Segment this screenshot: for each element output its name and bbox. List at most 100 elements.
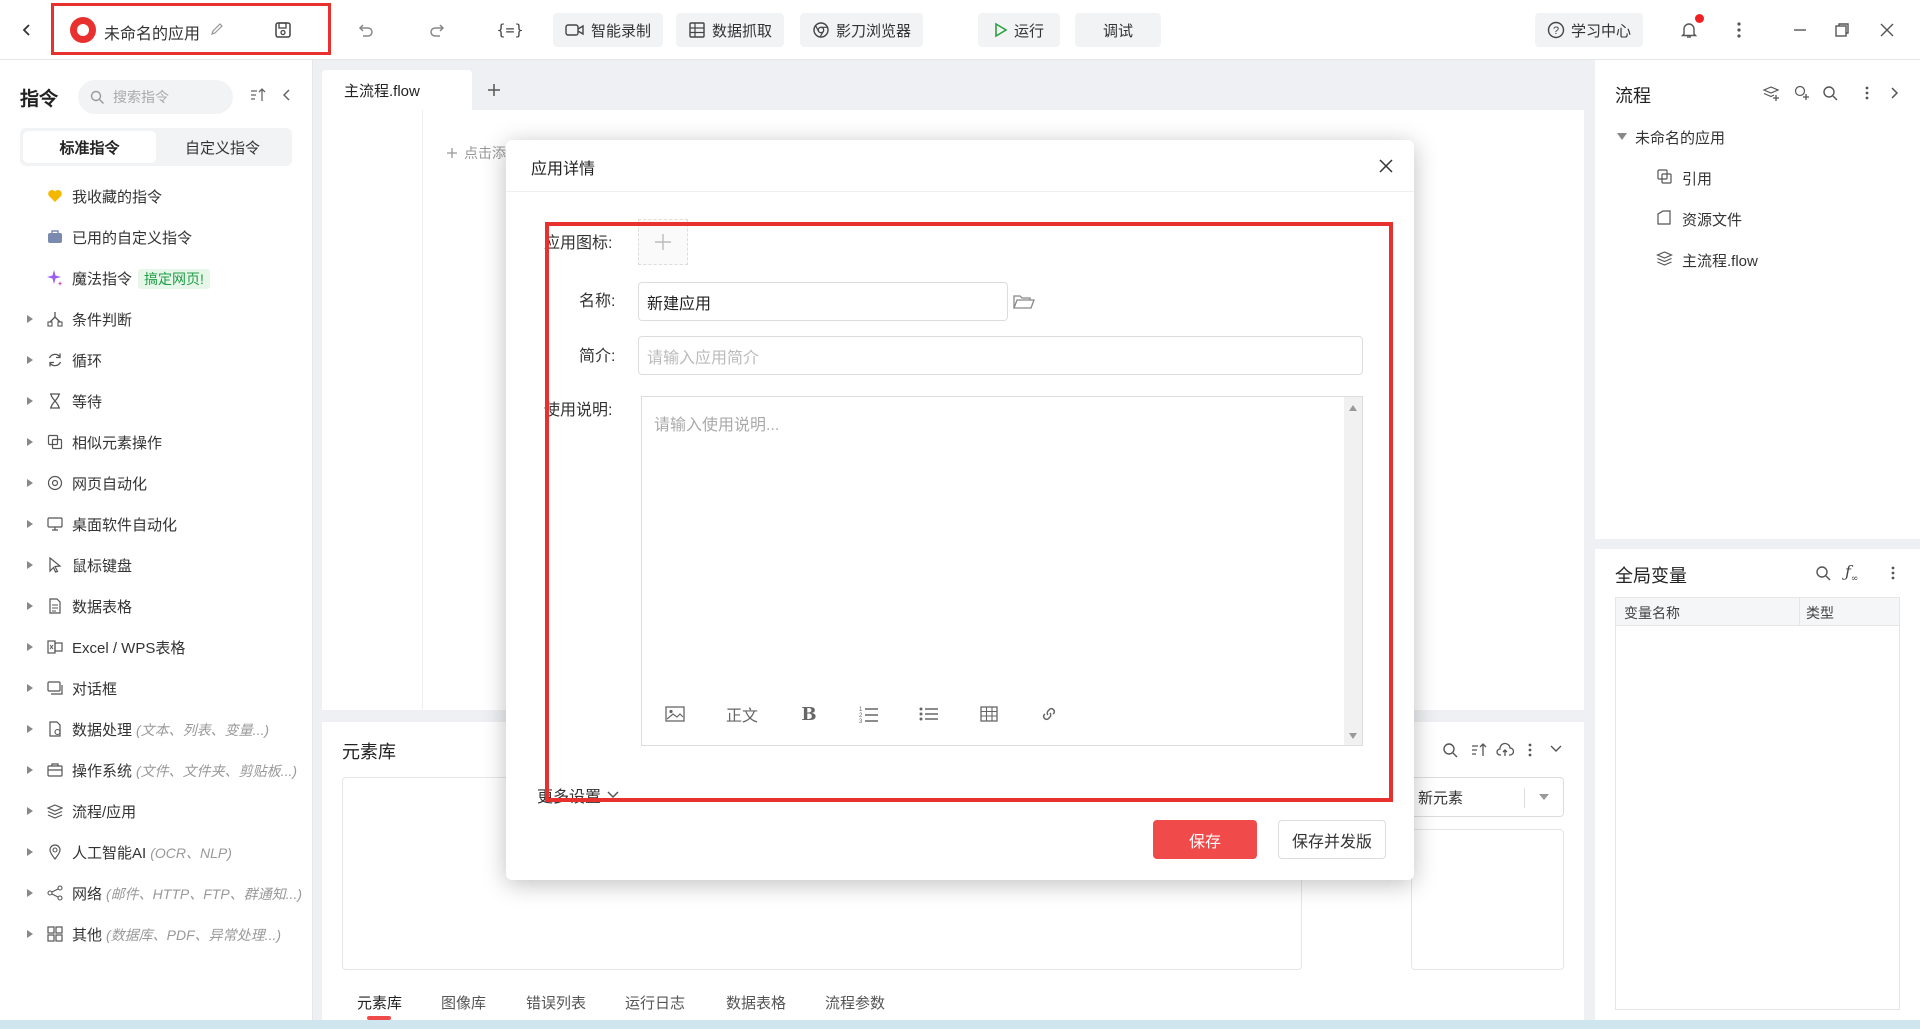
expand-arrow-icon[interactable] [26, 561, 34, 569]
data-grab-button[interactable]: 数据抓取 [676, 13, 785, 47]
top-toolbar: 未命名的应用 {=} 智能录制 数据抓取 影刀浏览器 运行 调试 ? 学习中心 [0, 0, 1920, 60]
expand-arrow-icon[interactable] [26, 397, 34, 405]
instruction-label: 已用的自定义指令 [72, 227, 192, 248]
canvas-hint[interactable]: 点击添 [446, 143, 506, 163]
instruction-item[interactable]: 其他 (数据库、PDF、异常处理...) [0, 917, 313, 951]
expand-arrow-icon[interactable] [26, 643, 34, 651]
restore-icon[interactable] [1827, 15, 1857, 45]
tab-main-flow[interactable]: 主流程.flow [322, 70, 472, 110]
instruction-item[interactable]: 数据表格 [0, 589, 313, 623]
instruction-label: 桌面软件自动化 [72, 514, 177, 535]
instruction-label-text: 流程/应用 [72, 803, 137, 821]
expand-arrow-icon[interactable] [26, 930, 34, 938]
instruction-label-text: 桌面软件自动化 [72, 516, 178, 534]
expand-arrow-icon[interactable] [26, 520, 34, 528]
expand-arrow-icon[interactable] [26, 684, 34, 692]
ai-icon [46, 843, 64, 861]
variable-braces-icon[interactable]: {=} [495, 15, 525, 45]
instruction-item[interactable]: 流程/应用 [0, 794, 313, 828]
debug-button[interactable]: 调试 [1075, 13, 1162, 47]
add-tab-icon[interactable] [482, 78, 506, 102]
close-window-icon[interactable] [1872, 15, 1902, 45]
expand-arrow-icon[interactable] [26, 889, 34, 897]
instruction-hint: (邮件、HTTP、FTP、群通知...) [106, 885, 303, 902]
tree-item-main-flow[interactable]: 主流程.flow [1682, 250, 1758, 271]
instruction-label: 操作系统 (文件、文件夹、剪贴板...) [72, 760, 297, 781]
save-and-publish-button[interactable]: 保存并发版 [1278, 820, 1386, 859]
instruction-label-text: 相似元素操作 [72, 434, 163, 452]
expand-arrow-icon[interactable] [26, 807, 34, 815]
instruction-item[interactable]: Excel / WPS表格 [0, 630, 313, 664]
tab-standard[interactable]: 标准指令 [23, 131, 156, 163]
layers-icon [46, 802, 64, 820]
function-icon[interactable]: ƒ∞ [1845, 562, 1858, 584]
expand-arrow-icon[interactable] [26, 315, 34, 323]
instructions-panel: 指令 搜索指令 标准指令 自定义指令 我收藏的指令 已用的自定义指令 魔法指令 搞定网… [0, 60, 313, 1029]
bottom-tab[interactable]: 运行日志 [625, 992, 685, 1013]
instruction-item[interactable]: 我收藏的指令 [0, 179, 313, 213]
dialog-title: 应用详情 [531, 161, 596, 178]
bottom-tab[interactable]: 流程参数 [825, 992, 885, 1013]
expand-arrow-icon[interactable] [26, 725, 34, 733]
new-element-label: 新元素 [1418, 789, 1464, 807]
bottom-tab[interactable]: 图像库 [441, 992, 486, 1013]
hourglass-icon [46, 392, 64, 410]
instruction-item[interactable]: 鼠标键盘 [0, 548, 313, 582]
more-vertical-icon [1528, 743, 1532, 757]
learning-center-button[interactable]: ? 学习中心 [1535, 13, 1644, 47]
tree-root[interactable]: 未命名的应用 [1635, 127, 1725, 148]
instruction-item[interactable]: 条件判断 [0, 302, 313, 336]
instruction-item[interactable]: 操作系统 (文件、文件夹、剪贴板...) [0, 753, 313, 787]
tree-item-resources[interactable]: 资源文件 [1682, 209, 1742, 230]
bottom-tab-bar: 元素库 图像库 错误列表 运行日志 数据表格 流程参数 [322, 982, 922, 1020]
browser-button[interactable]: 影刀浏览器 [800, 13, 924, 47]
instruction-item[interactable]: 桌面软件自动化 [0, 507, 313, 541]
sparkle-icon [46, 269, 64, 287]
grid-icon [46, 925, 64, 943]
back-icon[interactable] [12, 15, 42, 45]
save-button[interactable]: 保存 [1153, 820, 1257, 859]
undo-icon[interactable] [350, 15, 380, 45]
instruction-item[interactable]: 魔法指令 搞定网页! [0, 261, 313, 295]
cursor-icon [46, 556, 64, 574]
excel-icon [46, 638, 64, 656]
bottom-tab[interactable]: 数据表格 [726, 992, 786, 1013]
redo-icon[interactable] [423, 15, 453, 45]
more-vertical-icon[interactable] [1724, 15, 1754, 45]
search-input[interactable]: 搜索指令 [78, 80, 233, 114]
collapse-panel-icon[interactable] [276, 84, 296, 106]
instruction-label: 数据表格 [72, 596, 132, 617]
expand-arrow-icon[interactable] [26, 766, 34, 774]
chevron-right-icon [1891, 87, 1899, 99]
smart-record-button[interactable]: 智能录制 [553, 13, 664, 47]
tree-item-reference[interactable]: 引用 [1682, 168, 1712, 189]
instruction-item[interactable]: 网页自动化 [0, 466, 313, 500]
bottom-tab[interactable]: 元素库 [357, 992, 402, 1013]
instruction-item[interactable]: 对话框 [0, 671, 313, 705]
sort-icon[interactable] [247, 84, 269, 106]
instruction-item[interactable]: 已用的自定义指令 [0, 220, 313, 254]
instruction-item[interactable]: 数据处理 (文本、列表、变量...) [0, 712, 313, 746]
run-label: 运行 [1014, 22, 1045, 40]
expand-arrow-icon[interactable] [26, 602, 34, 610]
tab-custom[interactable]: 自定义指令 [156, 131, 289, 163]
expand-arrow-icon[interactable] [26, 438, 34, 446]
expand-arrow-icon[interactable] [26, 356, 34, 364]
instruction-item[interactable]: 循环 [0, 343, 313, 377]
instruction-item[interactable]: 相似元素操作 [0, 425, 313, 459]
close-icon[interactable] [1374, 154, 1398, 178]
bottom-tab[interactable]: 错误列表 [526, 992, 586, 1013]
instruction-label: 流程/应用 [72, 801, 136, 822]
run-button[interactable]: 运行 [978, 13, 1061, 47]
instruction-item[interactable]: 等待 [0, 384, 313, 418]
minimize-icon[interactable] [1785, 15, 1815, 45]
instruction-hint: (文件、文件夹、剪贴板...) [136, 762, 298, 779]
new-element-select[interactable]: 新元素 [1411, 777, 1564, 817]
instruction-item[interactable]: 人工智能AI (OCR、NLP) [0, 835, 313, 869]
instruction-label: 鼠标键盘 [72, 555, 132, 576]
instruction-item[interactable]: 网络 (邮件、HTTP、FTP、群通知...) [0, 876, 313, 910]
expand-arrow-icon[interactable] [26, 479, 34, 487]
play-icon [995, 22, 1008, 38]
variables-table: 变量名称 类型 [1615, 597, 1900, 1010]
expand-arrow-icon[interactable] [26, 848, 34, 856]
